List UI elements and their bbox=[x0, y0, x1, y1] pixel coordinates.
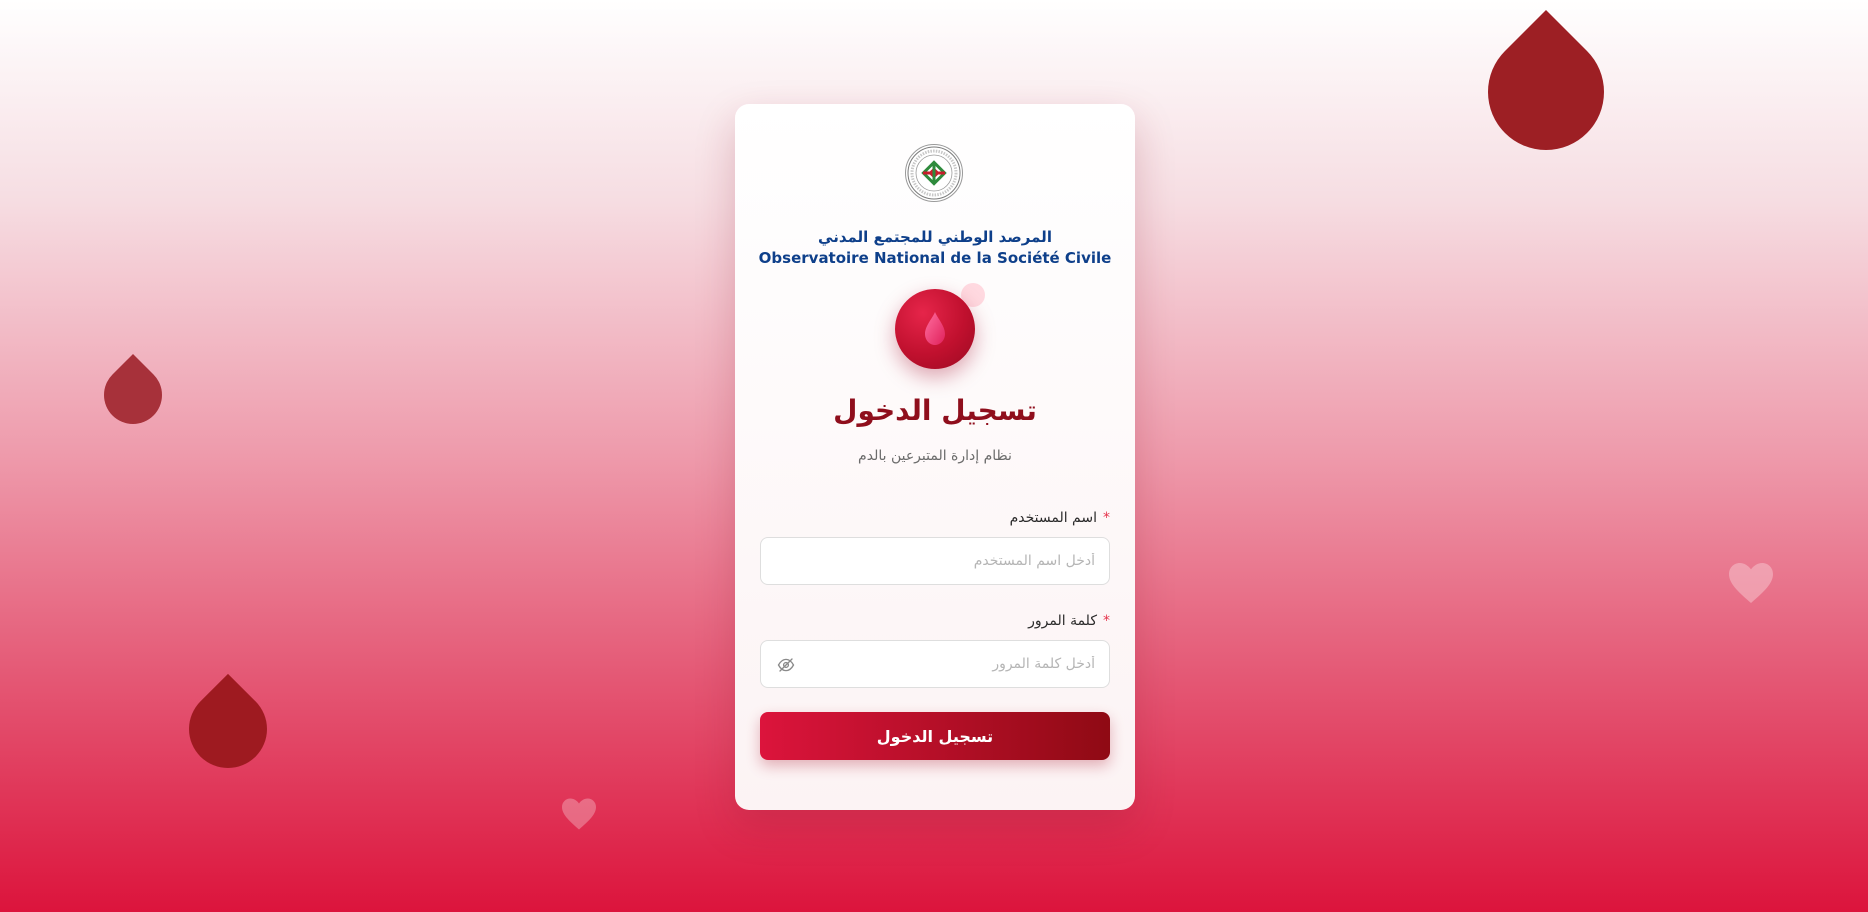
required-marker: * bbox=[1103, 613, 1110, 629]
organization-name-arabic: المرصد الوطني للمجتمع المدني bbox=[818, 228, 1052, 246]
password-label: * كلمة المرور bbox=[1028, 613, 1110, 629]
password-label-text: كلمة المرور bbox=[1028, 613, 1097, 629]
blood-drop-icon bbox=[925, 312, 945, 345]
username-field-container bbox=[760, 537, 1110, 585]
password-input[interactable] bbox=[761, 641, 1109, 687]
organization-seal-icon bbox=[905, 144, 963, 202]
username-label: * اسم المستخدم bbox=[1010, 510, 1110, 526]
login-title: تسجيل الدخول bbox=[833, 394, 1037, 427]
decor-heart-icon bbox=[1729, 563, 1773, 603]
blood-drop-badge bbox=[895, 289, 975, 369]
password-field-container bbox=[760, 640, 1110, 688]
login-submit-button[interactable]: تسجيل الدخول bbox=[760, 712, 1110, 760]
username-label-text: اسم المستخدم bbox=[1009, 510, 1097, 526]
login-subtitle: نظام إدارة المتبرعين بالدم bbox=[858, 448, 1012, 464]
decor-blood-drop-icon bbox=[1463, 9, 1629, 175]
decor-heart-icon bbox=[562, 798, 596, 830]
decor-blood-drop-icon bbox=[172, 673, 284, 785]
required-marker: * bbox=[1103, 510, 1110, 526]
eye-off-icon[interactable] bbox=[777, 656, 795, 674]
decor-blood-drop-icon bbox=[91, 353, 175, 437]
organization-name-french: Observatoire National de la Société Civi… bbox=[758, 249, 1112, 267]
login-card: المرصد الوطني للمجتمع المدني Observatoir… bbox=[735, 104, 1135, 810]
username-input[interactable] bbox=[761, 538, 1109, 584]
